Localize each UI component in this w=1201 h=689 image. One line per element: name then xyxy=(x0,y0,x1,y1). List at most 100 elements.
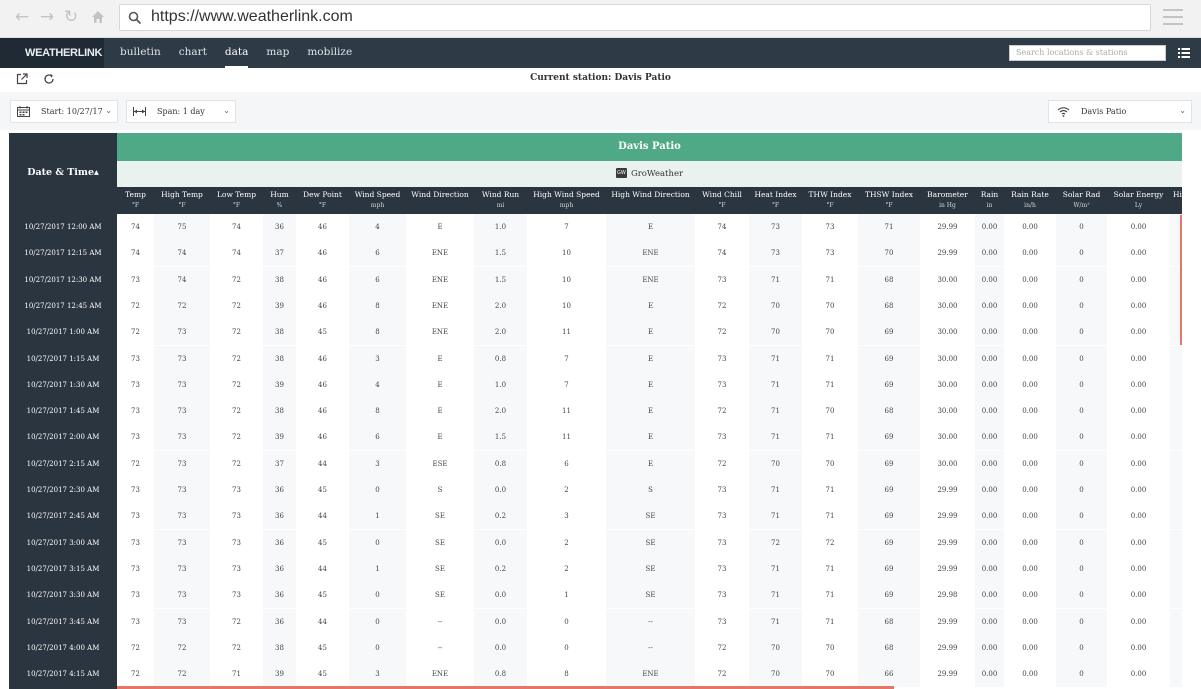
column-header-label: Heat Index xyxy=(754,190,797,199)
table-cell: 0.00 xyxy=(1022,564,1038,573)
table-cell: 71 xyxy=(749,608,802,635)
table-cell: 73 xyxy=(154,424,210,451)
column-header[interactable]: Temp °F xyxy=(117,187,154,214)
column-header[interactable]: High Temp °F xyxy=(154,187,210,214)
column-header-unit xyxy=(606,199,695,202)
table-cell: 0.00 xyxy=(1022,249,1038,258)
column-header[interactable]: Wind Run mi xyxy=(474,187,527,214)
column-header[interactable]: Low Temp °F xyxy=(210,187,263,214)
column-header[interactable]: Heat Index °F xyxy=(749,187,802,214)
table-cell: 70 xyxy=(825,407,835,416)
home-icon[interactable] xyxy=(88,7,108,27)
nav-link-mobilize[interactable]: mobilize xyxy=(307,38,352,68)
table-cell: 72 xyxy=(717,301,727,310)
table-cell: 71 xyxy=(825,486,835,494)
column-header[interactable]: Barometer in Hg xyxy=(920,187,975,214)
table-cell: 71 xyxy=(749,398,802,425)
table-cell: 46 xyxy=(318,249,327,258)
column-header[interactable]: High Wind Speed mph xyxy=(527,187,606,214)
reload-icon[interactable]: ↻ xyxy=(61,7,81,27)
table-cell: 2 xyxy=(564,564,569,573)
table-cell: 30.00 xyxy=(937,459,958,468)
nav-link-map[interactable]: map xyxy=(266,38,289,68)
table-cell: 72 xyxy=(232,354,241,363)
table-cell: 73 xyxy=(154,529,210,556)
column-header-unit: % xyxy=(276,202,283,209)
row-datetime: 10/27/2017 3:15 AM xyxy=(26,564,100,573)
nav-link-chart[interactable]: chart xyxy=(179,38,207,68)
table-cell: 0.00 xyxy=(975,608,1004,635)
table-cell: 69 xyxy=(858,529,920,556)
table-cell: 0.00 xyxy=(1022,301,1038,310)
table-cell: 69 xyxy=(858,424,920,451)
table-cell: 71 xyxy=(825,380,835,389)
span-select[interactable]: Span: 1 day ⌄ xyxy=(126,100,236,123)
table-cell: 73 xyxy=(131,275,140,284)
column-header[interactable]: Hi xyxy=(1170,187,1182,214)
table-cell: 74 xyxy=(154,240,210,267)
table-cell: SE xyxy=(435,564,445,573)
column-header-unit: °F xyxy=(131,202,140,209)
column-header[interactable]: Solar Energy Ly xyxy=(1107,187,1170,214)
table-cell: SE xyxy=(606,582,695,609)
table-cell: 44 xyxy=(318,564,327,573)
column-header[interactable]: Hum% xyxy=(263,187,296,214)
table-cell: 72 xyxy=(131,301,140,310)
nav-link-data[interactable]: data xyxy=(224,38,249,68)
url-bar[interactable]: https://www.weatherlink.com xyxy=(119,4,1151,31)
table-cell: E xyxy=(606,424,695,451)
table-cell: 7 xyxy=(564,380,569,389)
table-cell: 73 xyxy=(131,564,140,573)
arrow-left-icon[interactable]: ← xyxy=(12,7,32,27)
column-header-label: Wind Speed xyxy=(354,190,401,199)
column-header[interactable]: Wind Chill °F xyxy=(695,187,749,214)
menu-icon[interactable] xyxy=(1163,9,1183,25)
table-cell: 73 xyxy=(232,538,241,547)
table-cell: 72 xyxy=(232,301,241,310)
nav-links: bulletin chart data map mobilize xyxy=(120,38,370,68)
table-cell: 36 xyxy=(263,555,296,582)
arrow-right-icon[interactable]: → xyxy=(37,7,57,27)
column-header[interactable]: Wind Direction xyxy=(406,187,474,214)
column-header[interactable]: Dew Point °F xyxy=(296,187,349,214)
vertical-scrollbar[interactable] xyxy=(1180,215,1182,345)
column-header-unit: Ly xyxy=(1134,202,1143,209)
date-time-header[interactable]: Date & Time▴ xyxy=(9,133,117,213)
weatherlink-logo[interactable]: WEATHERLINK xyxy=(0,38,104,68)
device-bar: GW GroWeather xyxy=(117,161,1182,187)
table-cell: 0.00 xyxy=(1130,354,1147,363)
table-cell: 71 xyxy=(825,617,835,626)
column-header[interactable]: Wind Speed mph xyxy=(349,187,406,214)
table-cell: 68 xyxy=(858,634,920,661)
table-cell: 73 xyxy=(131,380,140,389)
table-cell: 0.00 xyxy=(1130,670,1147,679)
table-cell: SE xyxy=(435,538,445,547)
table-cell: 73 xyxy=(717,564,727,573)
table-cell: 0.00 xyxy=(975,345,1004,372)
column-header[interactable]: Rain Rate in/h xyxy=(1004,187,1056,214)
station-select[interactable]: Davis Patio ⌄ xyxy=(1048,100,1192,123)
table-cell: 30.00 xyxy=(937,433,958,442)
column-header[interactable]: THW Index °F xyxy=(802,187,858,214)
table-cell: 70 xyxy=(749,319,802,346)
table-cell: 4 xyxy=(349,214,406,240)
row-datetime: 10/27/2017 2:00 AM xyxy=(26,433,100,442)
column-header[interactable]: THSW Index °F xyxy=(858,187,920,214)
column-header[interactable]: High Wind Direction xyxy=(606,187,695,214)
list-icon[interactable] xyxy=(1178,47,1190,59)
start-date-select[interactable]: Start: 10/27/17 ⌄ xyxy=(10,100,118,123)
column-header-unit: in/h xyxy=(1024,202,1036,209)
column-header[interactable]: Solar Rad W/m² xyxy=(1056,187,1107,214)
table-cell: 0.00 xyxy=(1022,407,1038,416)
table-cell: 29.99 xyxy=(937,486,958,494)
nav-link-bulletin[interactable]: bulletin xyxy=(120,38,161,68)
column-header-unit: °F xyxy=(885,202,893,209)
search-input[interactable]: Search locations & stations xyxy=(1009,45,1166,61)
column-header[interactable]: Rain in xyxy=(975,187,1004,214)
table-cell: 0 xyxy=(1056,582,1107,609)
table-row: 73 73 72 38 46 8 E 2.0 11 E 72 71 70 68 30.00 0.00 0.00 0… xyxy=(117,398,1182,425)
table-cell: 73 xyxy=(232,564,241,573)
table-cell: 36 xyxy=(263,608,296,635)
table-cell: 0.00 xyxy=(1022,433,1038,442)
table-cell xyxy=(1170,345,1182,372)
